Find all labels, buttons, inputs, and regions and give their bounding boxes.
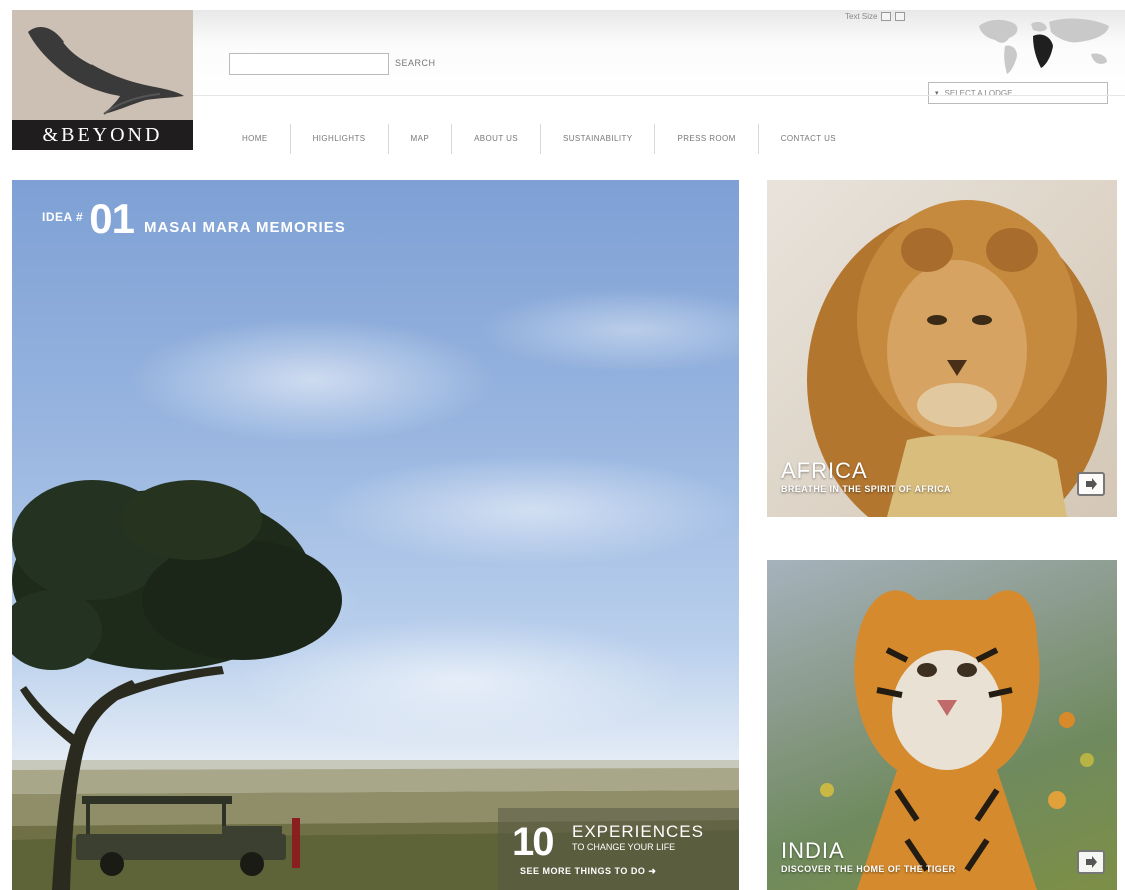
- arrow-right-icon[interactable]: [1077, 850, 1105, 874]
- idea-heading: IDEA # 01 MASAI MARA MEMORIES: [42, 195, 346, 242]
- brand-logo[interactable]: &BEYOND: [12, 10, 193, 150]
- see-more-link[interactable]: SEE MORE THINGS TO DO ➜: [520, 866, 656, 877]
- arrow-right-icon[interactable]: [1077, 472, 1105, 496]
- idea-title: MASAI MARA MEMORIES: [143, 219, 346, 236]
- experiences-subtitle: TO CHANGE YOUR LIFE: [572, 842, 676, 852]
- card-title: INDIA: [781, 838, 845, 863]
- text-size-label: Text Size: [845, 12, 878, 21]
- experiences-number: 10: [512, 820, 554, 864]
- card-subtitle: BREATHE IN THE SPIRIT OF AFRICA: [781, 484, 951, 494]
- lodge-select[interactable]: ▾ SELECT A LODGE: [928, 82, 1108, 104]
- idea-number: 01: [89, 195, 135, 242]
- logo-text: &BEYOND: [42, 123, 163, 146]
- idea-prefix: IDEA #: [42, 210, 84, 224]
- search-input[interactable]: [229, 53, 389, 75]
- india-card[interactable]: INDIA DISCOVER THE HOME OF THE TIGER: [767, 560, 1117, 890]
- arrow-right-icon-glyph: [1086, 478, 1097, 490]
- nav-item-home[interactable]: HOME: [228, 124, 291, 154]
- search-button[interactable]: SEARCH: [395, 58, 436, 68]
- africa-card[interactable]: AFRICA BREATHE IN THE SPIRIT OF AFRICA: [767, 180, 1117, 517]
- nav-item-about-us[interactable]: ABOUT US: [452, 124, 542, 154]
- card-subtitle: DISCOVER THE HOME OF THE TIGER: [781, 864, 956, 874]
- experiences-title: EXPERIENCES: [572, 822, 704, 841]
- world-map-icon[interactable]: [975, 14, 1115, 76]
- nav-item-press-room[interactable]: PRESS ROOM: [655, 124, 759, 154]
- lodge-select-value: SELECT A LODGE: [944, 88, 1013, 98]
- bird-logo-icon: [28, 27, 184, 115]
- text-size-control: Text Size: [845, 12, 906, 21]
- logo-text-band: &BEYOND: [12, 120, 193, 150]
- site-header: &BEYOND SEARCH Text Size ▾ SELECT A LODG…: [0, 0, 1125, 170]
- text-size-increase-button[interactable]: [895, 12, 906, 21]
- text-size-decrease-button[interactable]: [881, 12, 892, 21]
- arrow-right-icon-glyph: [1086, 856, 1097, 868]
- arrow-right-icon: ➜: [648, 866, 657, 876]
- nav-item-contact-us[interactable]: CONTACT US: [759, 124, 858, 154]
- safari-vehicle-image: [76, 796, 300, 876]
- card-title: AFRICA: [781, 458, 868, 483]
- see-more-label: SEE MORE THINGS TO DO: [520, 866, 646, 876]
- experiences-callout[interactable]: 10 EXPERIENCES TO CHANGE YOUR LIFE SEE M…: [498, 808, 739, 890]
- nav-item-sustainability[interactable]: SUSTAINABILITY: [541, 124, 656, 154]
- nav-item-map[interactable]: MAP: [389, 124, 453, 154]
- main-nav: HOME HIGHLIGHTS MAP ABOUT US SUSTAINABIL…: [228, 124, 858, 154]
- hero-banner[interactable]: IDEA # 01 MASAI MARA MEMORIES 10 EXPERIE…: [12, 180, 739, 890]
- nav-item-highlights[interactable]: HIGHLIGHTS: [291, 124, 389, 154]
- nav-divider: [193, 95, 1125, 96]
